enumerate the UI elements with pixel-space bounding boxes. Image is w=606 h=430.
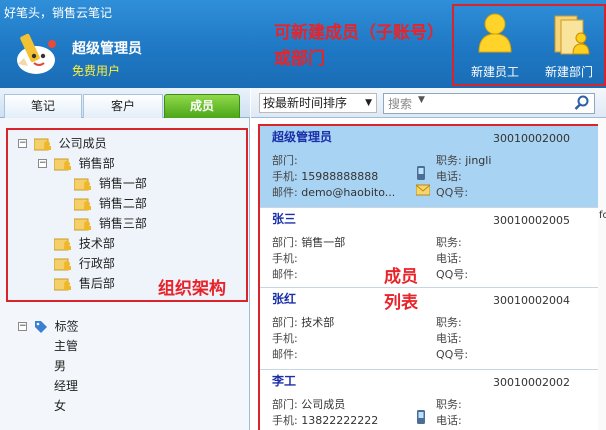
tree-node-admin[interactable]: 行政部 — [53, 253, 115, 273]
member-title: 职务: — [436, 236, 462, 249]
member-card[interactable]: 张红 30010002004 部门: 技术部 手机: 邮件: 职务: 电话: Q… — [260, 288, 600, 370]
folder-group-icon — [73, 218, 91, 230]
new-employee-button[interactable]: 新建员工 — [460, 8, 530, 84]
tag-icon — [34, 320, 47, 333]
member-title: 职务: — [436, 398, 462, 411]
tag-item[interactable]: 经理 — [54, 376, 78, 396]
right-panel-edge — [598, 118, 606, 430]
folder-group-icon — [33, 138, 51, 150]
member-qq: QQ号: — [436, 186, 469, 199]
tag-tree: − 标签 主管 男 经理 女 — [0, 314, 250, 430]
member-id: 30010002000 — [493, 132, 570, 145]
member-card[interactable]: 张三 30010002005 部门: 销售一部 手机: 邮件: 职务: 电话: … — [260, 208, 600, 288]
new-department-label: 新建部门 — [544, 65, 593, 79]
member-name[interactable]: 张三 — [272, 210, 296, 227]
tree-node-tags[interactable]: − 标签 — [18, 316, 79, 336]
member-mobile: 手机: — [272, 332, 298, 345]
member-dept: 部门: 技术部 — [272, 316, 335, 329]
folder-group-icon — [53, 158, 71, 170]
app-title: 好笔头，销售云笔记 — [4, 6, 113, 20]
folder-person-icon — [554, 15, 590, 55]
right-panel-clipped-text: fo — [599, 210, 606, 221]
member-card[interactable]: 李工 30010002002 部门: 公司成员 手机: 13822222222 … — [260, 370, 600, 430]
search-input[interactable] — [388, 94, 538, 113]
member-phone: 电话: — [436, 332, 462, 345]
user-name: 超级管理员 — [72, 41, 142, 57]
collapse-icon[interactable]: − — [18, 322, 27, 331]
member-dept: 部门: 公司成员 — [272, 398, 346, 411]
member-card[interactable]: 超级管理员 30010002000 部门: 手机: 15988888888 邮件… — [260, 126, 600, 208]
member-email: 邮件: — [272, 268, 298, 281]
member-phone: 电话: — [436, 170, 462, 183]
pencil-mascot-logo — [17, 33, 56, 74]
sort-dropdown[interactable]: 按最新时间排序 ▼ — [259, 93, 377, 113]
folder-group-icon — [73, 198, 91, 210]
search-icon[interactable] — [574, 95, 590, 111]
member-name[interactable]: 张红 — [272, 290, 296, 307]
tag-item[interactable]: 女 — [54, 396, 66, 416]
member-id: 30010002005 — [493, 214, 570, 227]
mobile-phone-icon[interactable] — [415, 410, 427, 424]
member-phone: 电话: — [436, 252, 462, 265]
list-toolbar: 按最新时间排序 ▼ ▼ — [251, 88, 606, 118]
folder-group-icon — [73, 178, 91, 190]
account-type-link[interactable]: 免费用户 — [72, 62, 120, 79]
member-mobile: 手机: 13822222222 — [272, 414, 379, 427]
member-list-annotation-line2: 列表 — [384, 293, 418, 313]
header-actions-group: 新建员工 新建部门 — [452, 4, 606, 86]
tree-node-sales-3[interactable]: 销售三部 — [73, 213, 147, 233]
member-id: 30010002004 — [493, 294, 570, 307]
tree-node-sales[interactable]: − 销售部 — [38, 153, 115, 173]
search-scope-arrow-icon[interactable]: ▼ — [418, 95, 425, 105]
app-header: 好笔头，销售云笔记 超级管理员 免费用户 可新建成员（子账号）或部门 新建员工 — [0, 0, 606, 88]
new-department-button[interactable]: 新建部门 — [534, 8, 604, 84]
tree-node-sales-1[interactable]: 销售一部 — [73, 173, 147, 193]
org-structure-annotation: 组织架构 — [158, 279, 226, 299]
collapse-icon[interactable]: − — [18, 139, 27, 148]
tab-bar: 笔记 客户 成员 — [0, 88, 250, 118]
member-title: 职务: — [436, 316, 462, 329]
org-structure-tree: − 公司成员 − 销售部 销售一部 销售二部 销售三部 技术部 行政部 售后部 … — [6, 128, 248, 302]
mobile-phone-icon[interactable] — [415, 166, 427, 180]
folder-group-icon — [53, 238, 71, 250]
new-employee-label: 新建员工 — [470, 65, 519, 79]
member-mobile: 手机: 15988888888 — [272, 170, 379, 183]
tree-node-tech[interactable]: 技术部 — [53, 233, 115, 253]
member-list: 超级管理员 30010002000 部门: 手机: 15988888888 邮件… — [258, 124, 602, 430]
sort-label: 按最新时间排序 — [263, 96, 348, 110]
header-annotation: 可新建成员（子账号）或部门 — [274, 23, 444, 69]
dropdown-arrow-icon: ▼ — [365, 98, 372, 108]
member-dept: 部门: — [272, 154, 298, 167]
member-list-annotation-line1: 成员 — [384, 267, 418, 287]
member-name[interactable]: 超级管理员 — [272, 128, 332, 145]
tag-item[interactable]: 男 — [54, 356, 66, 376]
member-qq: QQ号: — [436, 268, 469, 281]
tree-node-sales-2[interactable]: 销售二部 — [73, 193, 147, 213]
tab-members[interactable]: 成员 — [164, 94, 240, 118]
member-qq: QQ号: — [436, 348, 469, 361]
folder-group-icon — [53, 258, 71, 270]
member-phone: 电话: — [436, 414, 462, 427]
email-icon[interactable] — [416, 184, 430, 196]
person-icon — [478, 13, 512, 53]
search-box: ▼ — [383, 93, 595, 114]
tab-notes[interactable]: 笔记 — [4, 94, 82, 118]
tree-node-company-members[interactable]: − 公司成员 — [18, 133, 107, 153]
member-mobile: 手机: — [272, 252, 298, 265]
tag-item[interactable]: 主管 — [54, 336, 78, 356]
member-email: 邮件: — [272, 348, 298, 361]
member-id: 30010002002 — [493, 376, 570, 389]
member-email: 邮件: demo@haobito... — [272, 186, 396, 199]
tree-node-after-sales[interactable]: 售后部 — [53, 273, 115, 293]
folder-group-icon — [53, 278, 71, 290]
collapse-icon[interactable]: − — [38, 159, 47, 168]
member-name[interactable]: 李工 — [272, 372, 296, 389]
left-panel: 笔记 客户 成员 − 公司成员 − 销售部 销售一部 销售二部 销售三部 技术部… — [0, 88, 250, 430]
member-dept: 部门: 销售一部 — [272, 236, 346, 249]
member-title: 职务: jingli — [436, 154, 492, 167]
tab-customers[interactable]: 客户 — [83, 94, 163, 118]
